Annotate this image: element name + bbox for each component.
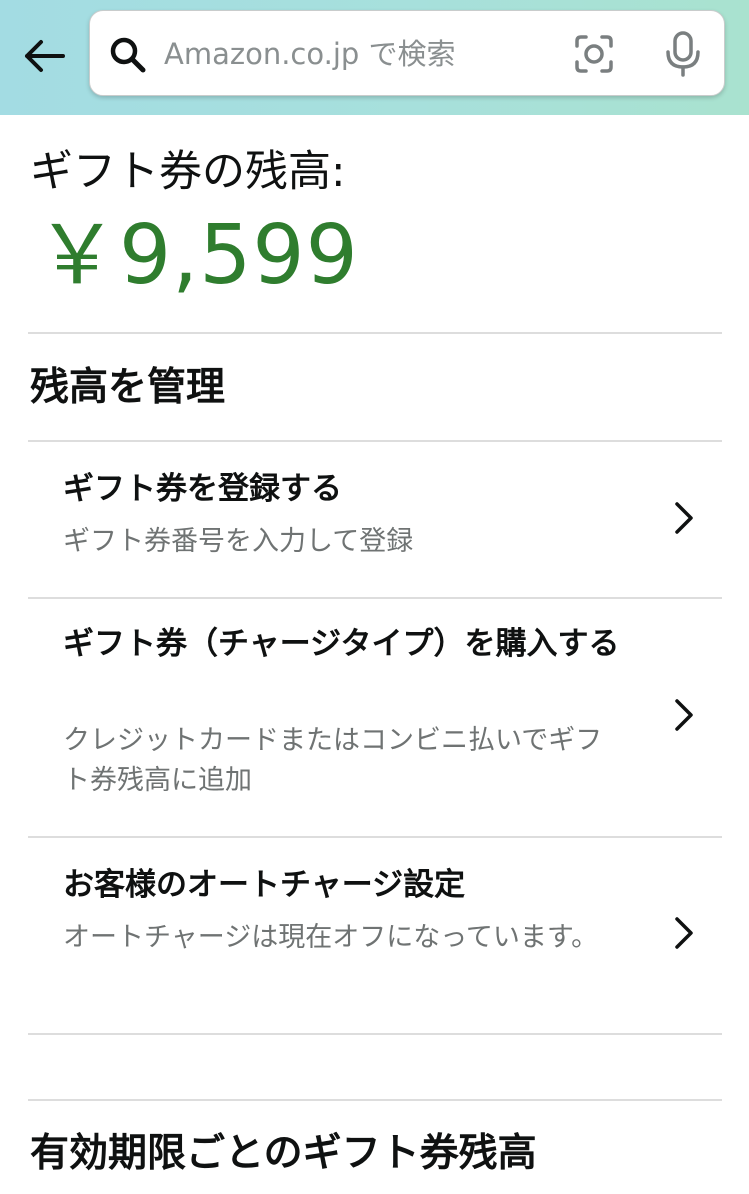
search-bar[interactable] bbox=[89, 10, 725, 96]
gift-card-balance-label: ギフト券の残高: bbox=[30, 147, 346, 197]
auto-charge-settings-row[interactable]: お客様のオートチャージ設定 オートチャージは現在オフになっています。 bbox=[28, 838, 722, 1033]
gift-card-balance-amount: ￥9,599 bbox=[36, 208, 359, 303]
back-button[interactable] bbox=[18, 30, 70, 82]
arrow-left-icon bbox=[25, 40, 65, 72]
search-icon bbox=[110, 37, 146, 73]
search-input[interactable] bbox=[164, 29, 544, 79]
register-gift-card-row[interactable]: ギフト券を登録する ギフト券番号を入力して登録 bbox=[28, 442, 722, 597]
menu-item-title: ギフト券（チャージタイプ）を購入する bbox=[63, 626, 620, 662]
menu-item-description: オートチャージは現在オフになっています。 bbox=[63, 922, 599, 953]
chevron-right-icon bbox=[675, 917, 693, 949]
microphone-icon[interactable] bbox=[662, 31, 704, 77]
chevron-right-icon bbox=[675, 699, 693, 731]
menu-item-title: ギフト券を登録する bbox=[63, 471, 342, 507]
divider bbox=[28, 332, 722, 334]
menu-item-description: ギフト券番号を入力して登録 bbox=[63, 526, 414, 557]
menu-item-title: お客様のオートチャージ設定 bbox=[63, 867, 466, 903]
manage-balance-heading: 残高を管理 bbox=[30, 365, 226, 410]
divider bbox=[28, 1099, 722, 1101]
chevron-right-icon bbox=[675, 502, 693, 534]
camera-icon[interactable] bbox=[573, 33, 615, 75]
expiry-balance-heading: 有効期限ごとのギフト券残高 bbox=[30, 1131, 537, 1176]
menu-item-description: クレジットカードまたはコンビニ払いでギフト券残高に追加 bbox=[63, 725, 603, 796]
purchase-charge-gift-card-row[interactable]: ギフト券（チャージタイプ）を購入する クレジットカードまたはコンビニ払いでギフト… bbox=[28, 599, 722, 836]
divider bbox=[28, 1033, 722, 1035]
top-navigation-bar bbox=[0, 0, 749, 115]
